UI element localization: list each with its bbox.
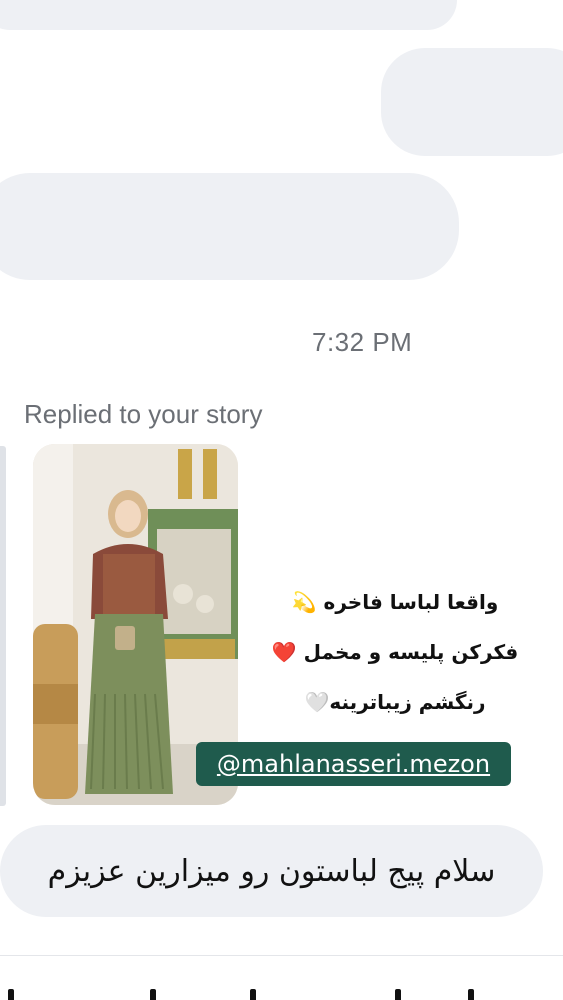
- composer-glyph: [250, 989, 256, 1000]
- composer-divider: [0, 955, 563, 956]
- message-text: سلام پیج لباستون رو میزارین عزیزم: [47, 853, 496, 889]
- mention-link[interactable]: @mahlanasseri.mezon: [217, 750, 490, 778]
- story-text-line-2: فکرکن پلیسه و مخمل ❤️: [271, 640, 519, 664]
- message-bubble-reply[interactable]: سلام پیج لباستون رو میزارین عزیزم: [0, 825, 543, 917]
- composer-glyph: [395, 989, 401, 1000]
- reply-indicator-bar: [0, 446, 6, 806]
- story-reply-caption: Replied to your story: [24, 399, 263, 429]
- message-timestamp: 7:32 PM: [312, 327, 413, 357]
- composer-glyph: [150, 989, 156, 1000]
- composer-glyph: [8, 989, 14, 1000]
- story-text-line-3: رنگشم زیباترینه🤍: [304, 690, 486, 714]
- composer-area[interactable]: [0, 985, 563, 1000]
- message-bubble-received[interactable]: [0, 173, 459, 280]
- story-mention-sticker[interactable]: @mahlanasseri.mezon: [196, 742, 511, 786]
- story-text-line-1: واقعا لباسا فاخره 💫: [291, 590, 499, 614]
- composer-glyph: [468, 989, 474, 1000]
- message-bubble-previous[interactable]: [0, 0, 457, 30]
- message-bubble-sent[interactable]: [381, 48, 563, 156]
